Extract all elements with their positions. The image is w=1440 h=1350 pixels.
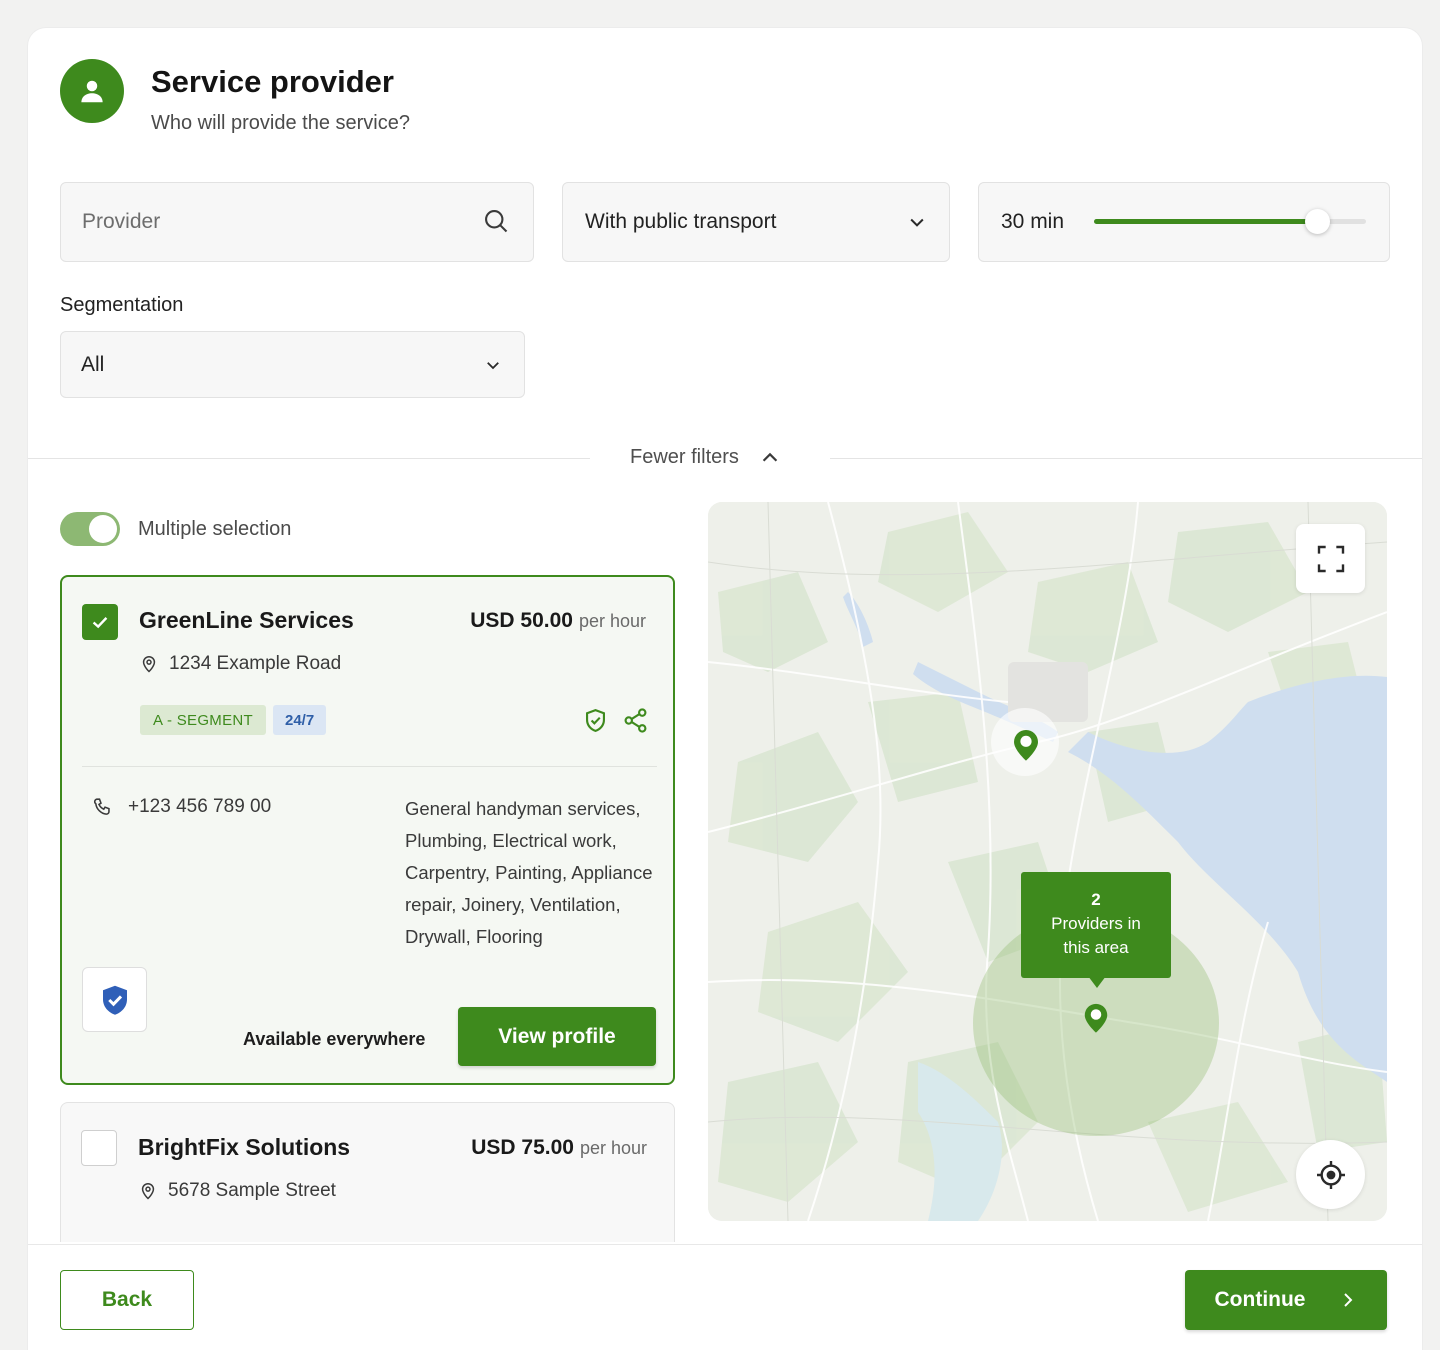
tooltip-arrow bbox=[1088, 976, 1106, 988]
back-button[interactable]: Back bbox=[60, 1270, 194, 1330]
provider-phone-text: +123 456 789 00 bbox=[128, 796, 272, 817]
verified-shield-icon bbox=[582, 707, 609, 739]
availability-text: Available everywhere bbox=[243, 1029, 426, 1049]
provider-card[interactable]: GreenLine Services USD 50.00 per hour 12… bbox=[60, 575, 675, 1085]
phone-icon bbox=[93, 798, 110, 815]
multiple-selection-toggle[interactable] bbox=[60, 512, 120, 546]
chevron-up-icon bbox=[762, 452, 778, 462]
transport-select[interactable]: With public transport bbox=[562, 182, 950, 262]
map-pin-icon[interactable] bbox=[1010, 726, 1042, 767]
user-avatar-icon bbox=[60, 59, 124, 123]
provider-search-input[interactable] bbox=[60, 182, 534, 262]
provider-name: BrightFix Solutions bbox=[138, 1134, 351, 1160]
insured-shield-icon bbox=[82, 967, 147, 1032]
provider-price-unit: per hour bbox=[578, 611, 646, 631]
provider-card[interactable]: BrightFix Solutions USD 75.00 per hour 5… bbox=[60, 1102, 675, 1242]
provider-price: USD 75.00 bbox=[471, 1136, 574, 1159]
fullscreen-icon bbox=[1317, 545, 1344, 572]
travel-time-slider-thumb[interactable] bbox=[1305, 209, 1331, 234]
provider-price-block: USD 75.00 per hour bbox=[471, 1136, 647, 1160]
chevron-down-icon bbox=[487, 361, 499, 369]
multiple-selection-label: Multiple selection bbox=[138, 518, 292, 540]
map-pin-icon[interactable] bbox=[1081, 1000, 1111, 1039]
travel-time-slider-fill bbox=[1094, 219, 1318, 224]
provider-name: GreenLine Services bbox=[139, 607, 354, 633]
location-pin-icon bbox=[142, 656, 156, 673]
provider-price-block: USD 50.00 per hour bbox=[470, 609, 646, 633]
segmentation-label: Segmentation bbox=[60, 294, 184, 316]
travel-time-value: 30 min bbox=[1001, 210, 1065, 233]
filters-divider-left bbox=[28, 458, 590, 459]
location-pin-icon bbox=[141, 1183, 155, 1200]
travel-time-slider[interactable] bbox=[1094, 209, 1366, 234]
fewer-filters-label: Fewer filters bbox=[630, 446, 739, 468]
card-divider bbox=[82, 766, 657, 767]
share-icon[interactable] bbox=[622, 707, 649, 739]
toggle-knob bbox=[89, 515, 117, 543]
segment-badge: A - SEGMENT bbox=[140, 705, 266, 735]
provider-checkbox[interactable] bbox=[81, 1130, 117, 1166]
view-profile-button[interactable]: View profile bbox=[458, 1007, 656, 1066]
providers-map[interactable] bbox=[708, 502, 1387, 1221]
provider-price: USD 50.00 bbox=[470, 609, 573, 632]
page-title: Service provider bbox=[151, 64, 394, 99]
search-icon[interactable] bbox=[482, 207, 510, 240]
provider-address-text: 5678 Sample Street bbox=[168, 1180, 336, 1201]
checkmark-icon bbox=[92, 617, 108, 629]
fullscreen-button[interactable] bbox=[1296, 524, 1365, 593]
cluster-label: Providers in this area bbox=[1051, 914, 1141, 957]
transport-select-value: With public transport bbox=[585, 210, 777, 233]
segmentation-select-value: All bbox=[81, 352, 105, 376]
crosshair-icon bbox=[1316, 1160, 1345, 1189]
provider-price-unit: per hour bbox=[579, 1138, 647, 1158]
chevron-down-icon bbox=[910, 218, 924, 227]
provider-checkbox[interactable] bbox=[82, 604, 118, 640]
provider-address: 5678 Sample Street bbox=[138, 1180, 336, 1202]
cluster-count: 2 bbox=[1091, 890, 1101, 909]
provider-phone: +123 456 789 00 bbox=[92, 796, 271, 818]
chevron-right-icon bbox=[1344, 1293, 1353, 1307]
provider-services: General handyman services, Plumbing, Ele… bbox=[405, 798, 653, 947]
footer-divider bbox=[28, 1244, 1422, 1245]
filters-divider-right bbox=[830, 458, 1422, 459]
continue-button[interactable]: Continue bbox=[1185, 1270, 1387, 1330]
provider-address-text: 1234 Example Road bbox=[169, 653, 342, 674]
fewer-filters-toggle[interactable]: Fewer filters bbox=[630, 446, 781, 469]
map-cluster-tooltip[interactable]: 2 Providers in this area bbox=[1021, 872, 1171, 978]
page-subtitle: Who will provide the service? bbox=[151, 112, 410, 134]
locate-me-button[interactable] bbox=[1296, 1140, 1365, 1209]
continue-label: Continue bbox=[1214, 1288, 1306, 1311]
hours-badge: 24/7 bbox=[273, 705, 327, 735]
segmentation-select[interactable]: All bbox=[60, 331, 525, 398]
provider-address: 1234 Example Road bbox=[139, 653, 341, 675]
